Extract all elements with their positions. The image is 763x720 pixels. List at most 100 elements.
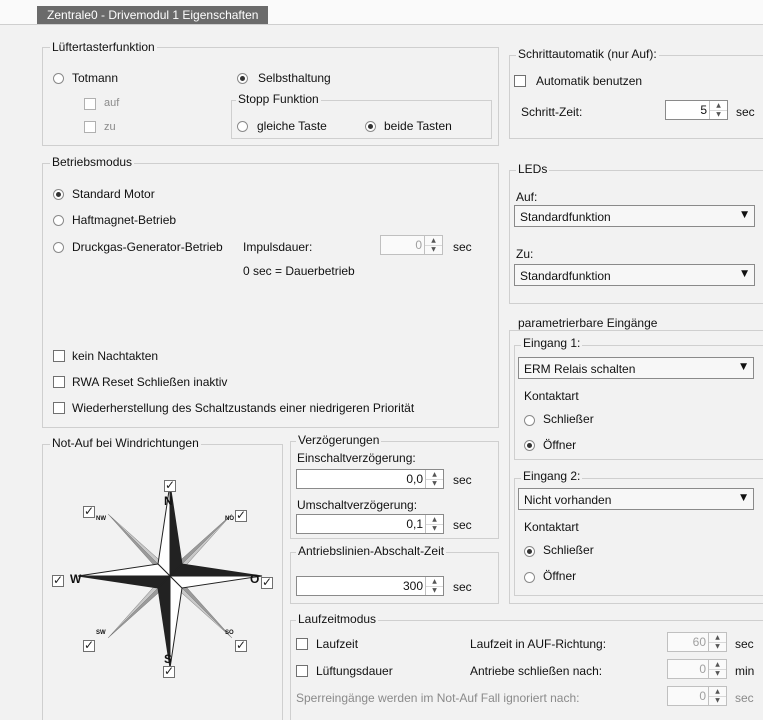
laufzeit-checkbox[interactable] <box>296 638 308 650</box>
kein-nachtakten-label[interactable]: kein Nachtakten <box>72 349 158 363</box>
auf-richtung-spin-buttons[interactable]: ▲ ▼ <box>708 633 726 651</box>
spin-down-icon[interactable]: ▼ <box>426 479 443 488</box>
compass-label-w: W <box>70 572 82 586</box>
chevron-down-icon[interactable]: ▼ <box>740 362 747 372</box>
wind-sw-checkbox[interactable] <box>83 638 95 652</box>
auf-checkbox[interactable] <box>84 98 96 110</box>
sperreingaenge-spinner[interactable]: 0 ▲ ▼ <box>667 686 727 706</box>
eingang2-dropdown[interactable]: Nicht vorhanden ▼ <box>518 488 754 510</box>
umschalt-spin-buttons[interactable]: ▲ ▼ <box>425 515 443 533</box>
haftmagnet-label[interactable]: Haftmagnet-Betrieb <box>72 213 176 227</box>
lueftungsdauer-checkbox[interactable] <box>296 665 308 677</box>
wind-o-checkbox[interactable] <box>261 575 273 589</box>
gleiche-taste-radio[interactable] <box>237 121 248 132</box>
spin-down-icon[interactable]: ▼ <box>426 524 443 533</box>
rwa-reset-label[interactable]: RWA Reset Schließen inaktiv <box>72 375 227 389</box>
auf-richtung-spinner[interactable]: 60 ▲ ▼ <box>667 632 727 652</box>
antriebslinien-unit: sec <box>453 580 472 594</box>
spin-down-icon[interactable]: ▼ <box>426 586 443 595</box>
laufzeitmodus-group-label: Laufzeitmodus <box>296 612 379 626</box>
eingang1-oeffner-radio[interactable] <box>524 440 535 451</box>
compass-point-w <box>77 563 172 577</box>
eingang2-schliesser-radio[interactable] <box>524 546 535 557</box>
schliessen-spin-buttons[interactable]: ▲ ▼ <box>708 660 726 678</box>
antriebslinien-value: 300 <box>402 579 423 593</box>
rwa-reset-checkbox[interactable] <box>53 376 65 388</box>
standard-motor-label[interactable]: Standard Motor <box>72 187 155 201</box>
einschalt-spin-buttons[interactable]: ▲ ▼ <box>425 470 443 488</box>
lueftungsdauer-label[interactable]: Lüftungsdauer <box>316 664 393 678</box>
eingang2-oeffner-label[interactable]: Öffner <box>543 569 576 583</box>
wind-nw-checkbox[interactable] <box>83 504 95 518</box>
umschaltverzoegerung-label: Umschaltverzögerung: <box>297 498 418 512</box>
sperreingaenge-value: 0 <box>699 689 706 703</box>
sperr-spin-buttons[interactable]: ▲ ▼ <box>708 687 726 705</box>
wiederherstellung-label[interactable]: Wiederherstellung des Schaltzustands ein… <box>72 401 414 415</box>
umschaltverzoegerung-spinner[interactable]: 0,1 ▲ ▼ <box>296 514 444 534</box>
spin-down-icon[interactable]: ▼ <box>709 669 726 678</box>
wind-so-checkbox[interactable] <box>235 638 247 652</box>
antriebslinien-spin-buttons[interactable]: ▲ ▼ <box>425 577 443 595</box>
spin-down-icon[interactable]: ▼ <box>709 696 726 705</box>
eingang1-schliesser-label[interactable]: Schließer <box>543 412 594 426</box>
kein-nachtakten-checkbox[interactable] <box>53 350 65 362</box>
selbsthaltung-label[interactable]: Selbsthaltung <box>258 71 331 85</box>
stopp-group-label: Stopp Funktion <box>236 92 321 106</box>
wind-w-checkbox[interactable] <box>52 573 64 587</box>
totmann-radio[interactable] <box>53 73 64 84</box>
eingang2-schliesser-label[interactable]: Schließer <box>543 543 594 557</box>
wind-group-label: Not-Auf bei Windrichtungen <box>50 436 201 450</box>
standard-motor-radio[interactable] <box>53 189 64 200</box>
umschalt-unit: sec <box>453 518 472 532</box>
wind-n-checkbox[interactable] <box>164 478 176 492</box>
eingang2-oeffner-radio[interactable] <box>524 572 535 583</box>
gleiche-taste-label[interactable]: gleiche Taste <box>257 119 327 133</box>
automatik-benutzen-checkbox[interactable] <box>514 75 526 87</box>
spin-down-icon[interactable]: ▼ <box>709 642 726 651</box>
auf-richtung-label: Laufzeit in AUF-Richtung: <box>470 637 607 651</box>
spin-down-icon[interactable]: ▼ <box>710 110 727 119</box>
eingaenge-group-label: parametrierbare Eingänge <box>516 316 660 330</box>
auf-richtung-unit: sec <box>735 637 754 651</box>
laufzeit-label[interactable]: Laufzeit <box>316 637 358 651</box>
properties-window: Zentrale0 - Drivemodul 1 Eigenschaften L… <box>0 0 763 720</box>
wiederherstellung-checkbox[interactable] <box>53 402 65 414</box>
eingang1-value: ERM Relais schalten <box>524 362 636 376</box>
eingang1-schliesser-radio[interactable] <box>524 415 535 426</box>
impulsdauer-label: Impulsdauer: <box>243 240 313 254</box>
antriebslinien-spinner[interactable]: 300 ▲ ▼ <box>296 576 444 596</box>
led-auf-dropdown[interactable]: Standardfunktion ▼ <box>514 205 755 227</box>
totmann-label[interactable]: Totmann <box>72 71 118 85</box>
chevron-down-icon[interactable]: ▼ <box>741 210 748 220</box>
impulsdauer-unit: sec <box>453 240 472 254</box>
schliessen-nach-spinner[interactable]: 0 ▲ ▼ <box>667 659 727 679</box>
led-zu-dropdown[interactable]: Standardfunktion ▼ <box>514 264 755 286</box>
wind-s-checkbox[interactable] <box>163 664 175 678</box>
schritt-zeit-label: Schritt-Zeit: <box>521 105 583 119</box>
druckgas-radio[interactable] <box>53 242 64 253</box>
selbsthaltung-radio[interactable] <box>237 73 248 84</box>
haftmagnet-radio[interactable] <box>53 215 64 226</box>
eingang1-oeffner-label[interactable]: Öffner <box>543 438 576 452</box>
impulsdauer-spinner[interactable]: 0 ▲ ▼ <box>380 235 443 255</box>
impulsdauer-spin-buttons[interactable]: ▲ ▼ <box>424 236 442 254</box>
verzoegerungen-group-label: Verzögerungen <box>296 433 382 447</box>
zu-checkbox[interactable] <box>84 121 96 133</box>
chevron-down-icon[interactable]: ▼ <box>740 493 747 503</box>
beide-tasten-radio[interactable] <box>365 121 376 132</box>
beide-tasten-label[interactable]: beide Tasten <box>384 119 452 133</box>
window-title-tab[interactable]: Zentrale0 - Drivemodul 1 Eigenschaften <box>37 6 269 24</box>
auf-label: auf <box>104 97 120 109</box>
title-bar: Zentrale0 - Drivemodul 1 Eigenschaften <box>0 0 763 25</box>
spin-down-icon[interactable]: ▼ <box>425 245 442 254</box>
schritt-zeit-spinner[interactable]: 5 ▲ ▼ <box>665 100 728 120</box>
schritt-zeit-spin-buttons[interactable]: ▲ ▼ <box>709 101 727 119</box>
chevron-down-icon[interactable]: ▼ <box>741 269 748 279</box>
automatik-benutzen-label[interactable]: Automatik benutzen <box>536 74 642 88</box>
wind-no-checkbox[interactable] <box>235 508 247 522</box>
led-zu-label: Zu: <box>516 247 534 261</box>
lueftertaster-group-label: Lüftertasterfunktion <box>50 40 157 54</box>
eingang1-dropdown[interactable]: ERM Relais schalten ▼ <box>518 357 754 379</box>
druckgas-label[interactable]: Druckgas-Generator-Betrieb <box>72 240 223 254</box>
einschaltverzoegerung-spinner[interactable]: 0,0 ▲ ▼ <box>296 469 444 489</box>
